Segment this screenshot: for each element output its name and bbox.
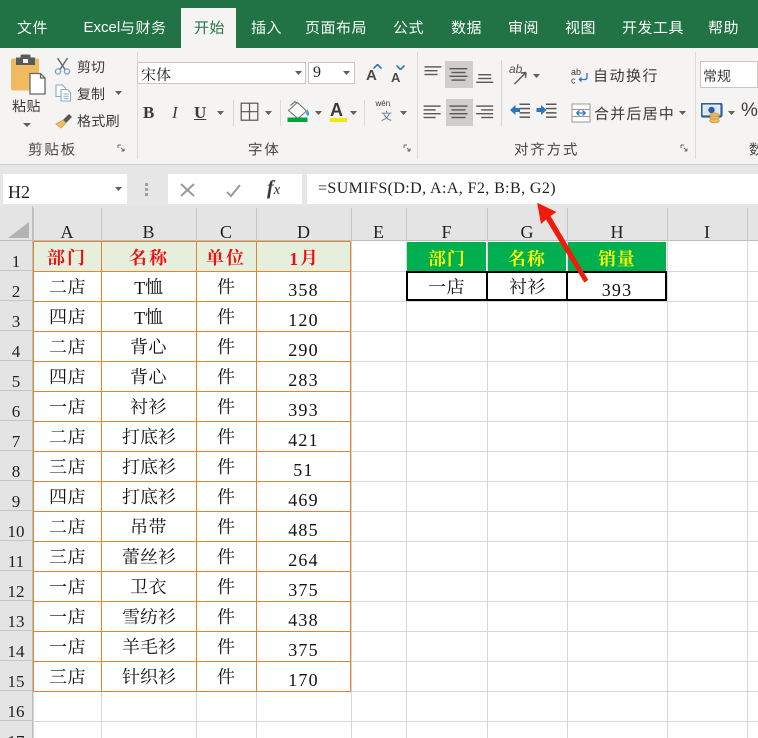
svg-text:c: c bbox=[571, 76, 576, 85]
